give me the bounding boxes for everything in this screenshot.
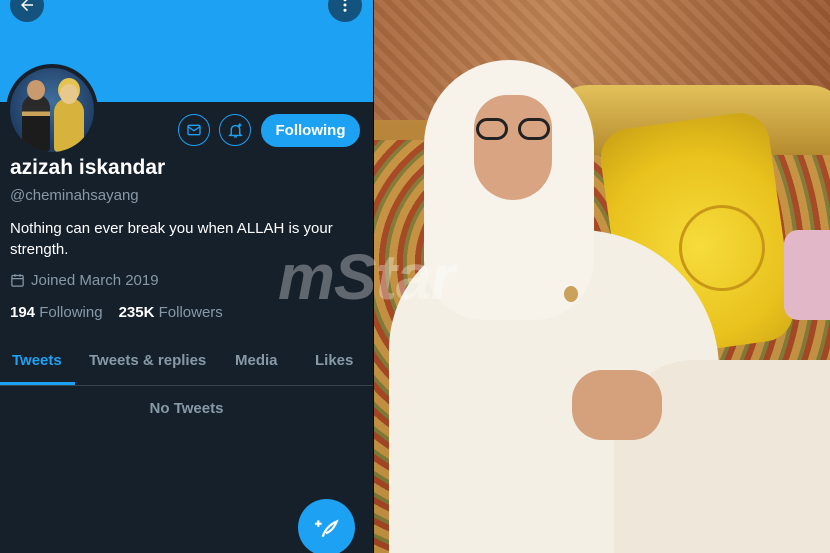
joined-date: Joined March 2019: [10, 272, 159, 289]
avatar[interactable]: [6, 64, 98, 156]
tab-tweets-replies[interactable]: Tweets & replies: [89, 352, 206, 369]
followers-count-link[interactable]: 235K Followers: [119, 304, 223, 321]
compose-tweet-button[interactable]: [298, 499, 355, 553]
tab-media[interactable]: Media: [235, 352, 278, 369]
empty-feed-message: No Tweets: [149, 400, 224, 417]
compose-feather-icon: [314, 518, 339, 537]
following-button[interactable]: Following: [261, 114, 360, 147]
following-count: 194: [10, 304, 36, 321]
mail-icon: [187, 124, 201, 136]
following-count-link[interactable]: 194 Following: [10, 304, 103, 321]
profile-handle: @cheminahsayang: [10, 187, 139, 204]
joined-text: Joined March 2019: [31, 272, 159, 289]
following-label: Following: [39, 304, 103, 321]
calendar-icon: [11, 274, 24, 287]
tab-likes[interactable]: Likes: [315, 352, 353, 369]
watermark-logo: mStar: [278, 241, 455, 313]
profile-name: azizah iskandar: [10, 156, 166, 179]
active-tab-indicator: [0, 382, 75, 385]
avatar-photo: [10, 68, 94, 152]
message-button[interactable]: [178, 114, 210, 146]
tab-tweets[interactable]: Tweets: [12, 352, 62, 369]
follow-counts: 194 Following 235K Followers: [10, 304, 223, 321]
more-vertical-icon: [343, 0, 347, 12]
profile-tabs: Tweets Tweets & replies Media Likes: [0, 337, 373, 386]
followers-label: Followers: [158, 304, 223, 321]
notify-button[interactable]: [219, 114, 251, 146]
bell-plus-icon: [227, 122, 243, 138]
followers-count: 235K: [118, 304, 155, 321]
arrow-left-icon: [21, 0, 33, 11]
